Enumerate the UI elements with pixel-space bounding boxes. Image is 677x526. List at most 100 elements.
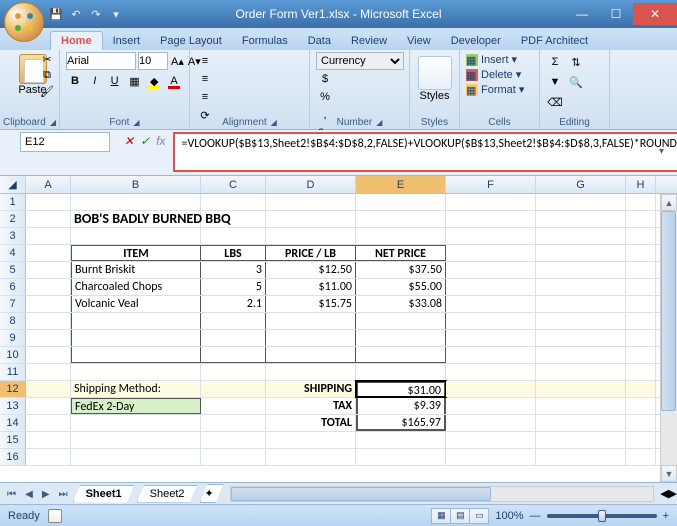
align-top-icon[interactable]: ≡ (196, 52, 214, 70)
font-color-button[interactable]: A (165, 72, 183, 90)
cell-price[interactable]: $15.75 (266, 296, 356, 312)
find-select-icon[interactable]: 🔍 (567, 73, 585, 91)
tab-data[interactable]: Data (298, 32, 341, 50)
zoom-slider[interactable] (547, 514, 657, 518)
copy-icon[interactable]: ⧉ (39, 68, 55, 82)
hscroll-right-icon[interactable]: ▶ (669, 487, 677, 500)
ship-label[interactable]: Shipping Method: (71, 381, 201, 397)
cell-net[interactable]: $33.08 (356, 296, 446, 312)
row-header[interactable]: 14 (0, 415, 26, 431)
zoom-in-icon[interactable]: + (663, 510, 669, 522)
hscroll-left-icon[interactable]: ◀ (660, 487, 668, 500)
office-button[interactable] (4, 2, 44, 42)
increase-font-icon[interactable]: A▴ (170, 52, 185, 70)
cell-lbs[interactable]: 3 (201, 262, 266, 278)
col-header-c[interactable]: C (201, 176, 266, 193)
align-bottom-icon[interactable]: ≡ (196, 88, 214, 106)
next-sheet-icon[interactable]: ▶ (39, 489, 53, 500)
vertical-scrollbar[interactable]: ▲ ▼ (660, 194, 677, 482)
clipboard-dialog-launcher[interactable]: ◢ (50, 118, 56, 127)
delete-cells-button[interactable]: ▦Delete ▾ (466, 68, 533, 81)
hdr-lbs[interactable]: LBS (201, 245, 266, 261)
font-size-input[interactable] (138, 52, 168, 70)
font-dialog-launcher[interactable]: ◢ (133, 118, 139, 127)
sheet-tab-2[interactable]: Sheet2 (137, 485, 198, 503)
cell-item[interactable]: Burnt Briskit (71, 262, 201, 278)
cell-price[interactable]: $12.50 (266, 262, 356, 278)
tab-page-layout[interactable]: Page Layout (150, 32, 232, 50)
save-icon[interactable]: 💾 (48, 6, 64, 22)
row-header[interactable]: 1 (0, 194, 26, 210)
hscroll-thumb[interactable] (231, 487, 491, 501)
col-header-d[interactable]: D (266, 176, 356, 193)
prev-sheet-icon[interactable]: ◀ (22, 489, 36, 500)
insert-cells-button[interactable]: ▦Insert ▾ (466, 53, 533, 66)
border-button[interactable]: ▦ (125, 72, 143, 90)
page-break-view-icon[interactable]: ▭ (469, 508, 489, 524)
row-header[interactable]: 15 (0, 432, 26, 448)
col-header-g[interactable]: G (536, 176, 626, 193)
tab-view[interactable]: View (397, 32, 441, 50)
maximize-button[interactable]: ☐ (599, 3, 633, 25)
row-header[interactable]: 4 (0, 245, 26, 261)
row-header[interactable]: 6 (0, 279, 26, 295)
minimize-button[interactable]: — (565, 3, 599, 25)
zoom-level[interactable]: 100% (495, 510, 523, 522)
row-header[interactable]: 7 (0, 296, 26, 312)
fill-icon[interactable]: ▼ (546, 73, 564, 91)
cell-net[interactable]: $37.50 (356, 262, 446, 278)
row-header[interactable]: 3 (0, 228, 26, 244)
underline-button[interactable]: U (106, 72, 124, 90)
cell-price[interactable]: $11.00 (266, 279, 356, 295)
cell-item[interactable]: Volcanic Veal (71, 296, 201, 312)
tab-home[interactable]: Home (50, 31, 103, 50)
new-sheet-icon[interactable]: ✦ (200, 484, 224, 503)
hdr-price[interactable]: PRICE / LB (266, 245, 356, 261)
undo-icon[interactable]: ↶ (68, 6, 84, 22)
col-header-a[interactable]: A (26, 176, 71, 193)
number-dialog-launcher[interactable]: ◢ (376, 118, 382, 127)
horizontal-scrollbar[interactable] (230, 486, 655, 502)
tab-insert[interactable]: Insert (103, 32, 151, 50)
formula-bar[interactable]: =VLOOKUP($B$13,Sheet2!$B$4:$D$8,2,FALSE)… (173, 132, 677, 172)
tax-label[interactable]: TAX (266, 398, 356, 414)
redo-icon[interactable]: ↷ (88, 6, 104, 22)
accounting-format-icon[interactable]: $ (316, 70, 334, 88)
cut-icon[interactable]: ✂ (39, 52, 55, 66)
row-header[interactable]: 5 (0, 262, 26, 278)
hdr-net[interactable]: NET PRICE (356, 245, 446, 261)
zoom-slider-handle[interactable] (598, 510, 606, 522)
ship-method[interactable]: FedEx 2-Day (71, 398, 201, 414)
macro-record-icon[interactable] (48, 509, 62, 523)
fill-color-button[interactable]: ◆ (145, 72, 163, 90)
row-header[interactable]: 2 (0, 211, 26, 227)
percent-format-icon[interactable]: % (316, 88, 334, 106)
select-all-button[interactable]: ◢ (0, 176, 26, 193)
hdr-item[interactable]: ITEM (71, 245, 201, 261)
cell-lbs[interactable]: 5 (201, 279, 266, 295)
italic-button[interactable]: I (86, 72, 104, 90)
qat-dropdown-icon[interactable]: ▾ (108, 6, 124, 22)
number-format-select[interactable]: Currency (316, 52, 404, 70)
format-painter-icon[interactable]: 🖌 (39, 84, 55, 98)
row-header[interactable]: 12 (0, 381, 26, 397)
scroll-up-icon[interactable]: ▲ (661, 194, 677, 211)
autosum-icon[interactable]: Σ (546, 53, 564, 71)
col-header-b[interactable]: B (71, 176, 201, 193)
sheet-tab-1[interactable]: Sheet1 (73, 485, 135, 503)
scroll-thumb[interactable] (661, 211, 676, 411)
align-middle-icon[interactable]: ≡ (196, 70, 214, 88)
shipping-value[interactable]: $31.00 (356, 381, 446, 397)
tax-value[interactable]: $9.39 (356, 398, 446, 414)
name-box[interactable] (20, 132, 110, 152)
row-header[interactable]: 16 (0, 449, 26, 465)
row-header[interactable]: 8 (0, 313, 26, 329)
font-name-input[interactable] (66, 52, 136, 70)
row-header[interactable]: 13 (0, 398, 26, 414)
col-header-f[interactable]: F (446, 176, 536, 193)
expand-formula-bar-icon[interactable]: ▾ (659, 146, 673, 157)
page-layout-view-icon[interactable]: ▤ (450, 508, 470, 524)
enter-formula-icon[interactable]: ✓ (140, 134, 150, 148)
sheet-title[interactable]: BOB'S BADLY BURNED BBQ (71, 211, 201, 227)
first-sheet-icon[interactable]: ⏮ (4, 489, 19, 500)
